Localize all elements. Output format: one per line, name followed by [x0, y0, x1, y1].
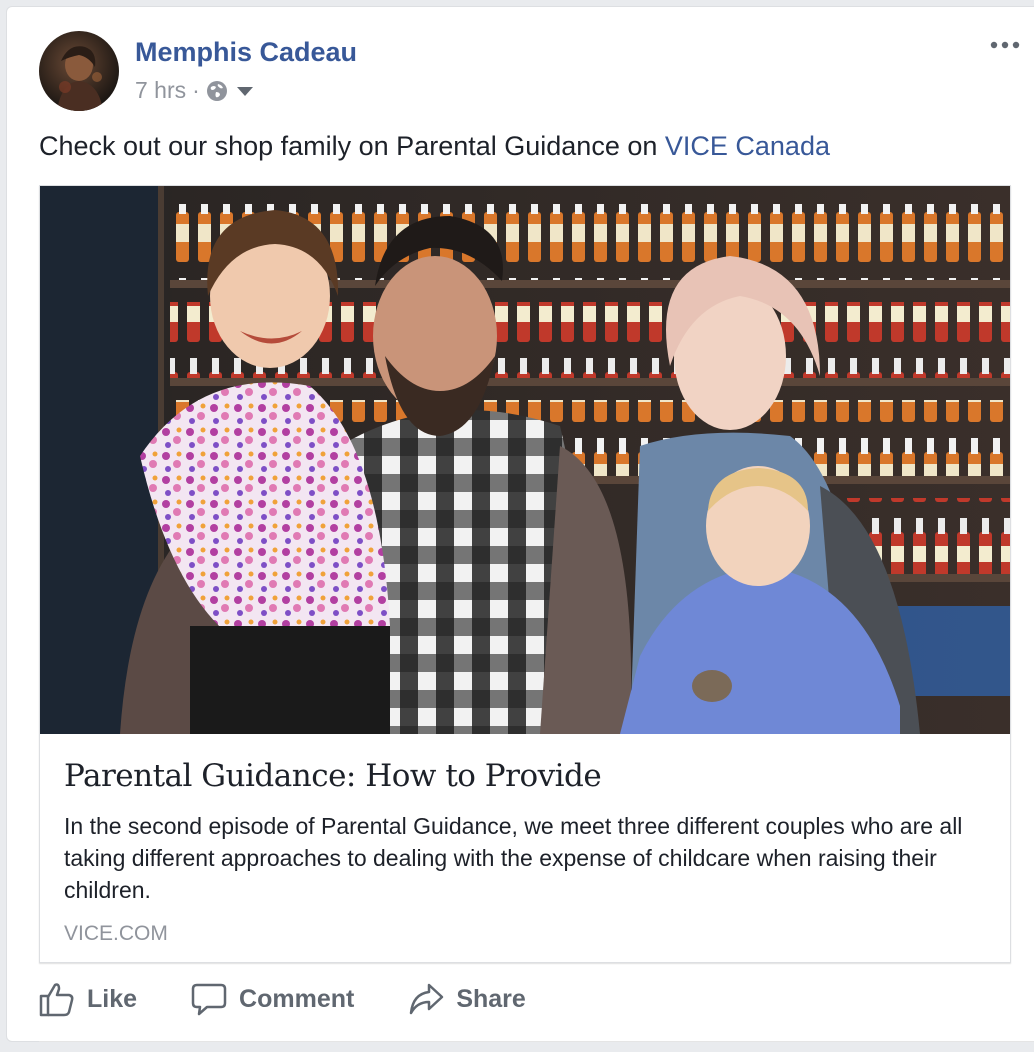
- chevron-down-icon[interactable]: [236, 85, 254, 97]
- page-link[interactable]: VICE Canada: [665, 131, 830, 161]
- meta-separator: ·: [192, 77, 200, 103]
- avatar-image: [57, 46, 103, 111]
- ellipsis-icon[interactable]: [985, 29, 1025, 59]
- link-preview-image[interactable]: [40, 186, 1010, 734]
- post-actions: Like Comment Share: [39, 981, 526, 1017]
- speech-bubble-icon: [191, 983, 227, 1016]
- avatar[interactable]: [39, 31, 119, 111]
- post-text: Check out our shop family on Parental Gu…: [39, 131, 830, 162]
- link-title[interactable]: Parental Guidance: How to Provide: [64, 758, 602, 794]
- divider: [39, 1041, 1034, 1042]
- family-photo: [40, 186, 1010, 734]
- share-arrow-icon: [410, 983, 444, 1015]
- post-timestamp[interactable]: 7 hrs: [135, 77, 186, 104]
- share-label: Share: [456, 984, 526, 1013]
- like-label: Like: [87, 984, 138, 1013]
- post-text-body: Check out our shop family on Parental Gu…: [39, 131, 665, 161]
- comment-label: Comment: [239, 984, 355, 1013]
- link-preview-card[interactable]: Parental Guidance: How to Provide In the…: [39, 185, 1011, 963]
- share-button[interactable]: Share: [408, 981, 526, 1017]
- globe-icon[interactable]: [206, 80, 228, 102]
- link-description: In the second episode of Parental Guidan…: [64, 813, 963, 903]
- comment-button[interactable]: Comment: [191, 981, 354, 1017]
- thumbs-up-icon: [39, 983, 74, 1017]
- post-meta: 7 hrs ·: [135, 77, 254, 104]
- post-card: Memphis Cadeau 7 hrs · Check out our sho…: [6, 6, 1034, 1042]
- like-button[interactable]: Like: [39, 981, 137, 1017]
- link-domain: VICE.COM: [64, 922, 168, 945]
- author-name[interactable]: Memphis Cadeau: [135, 37, 357, 68]
